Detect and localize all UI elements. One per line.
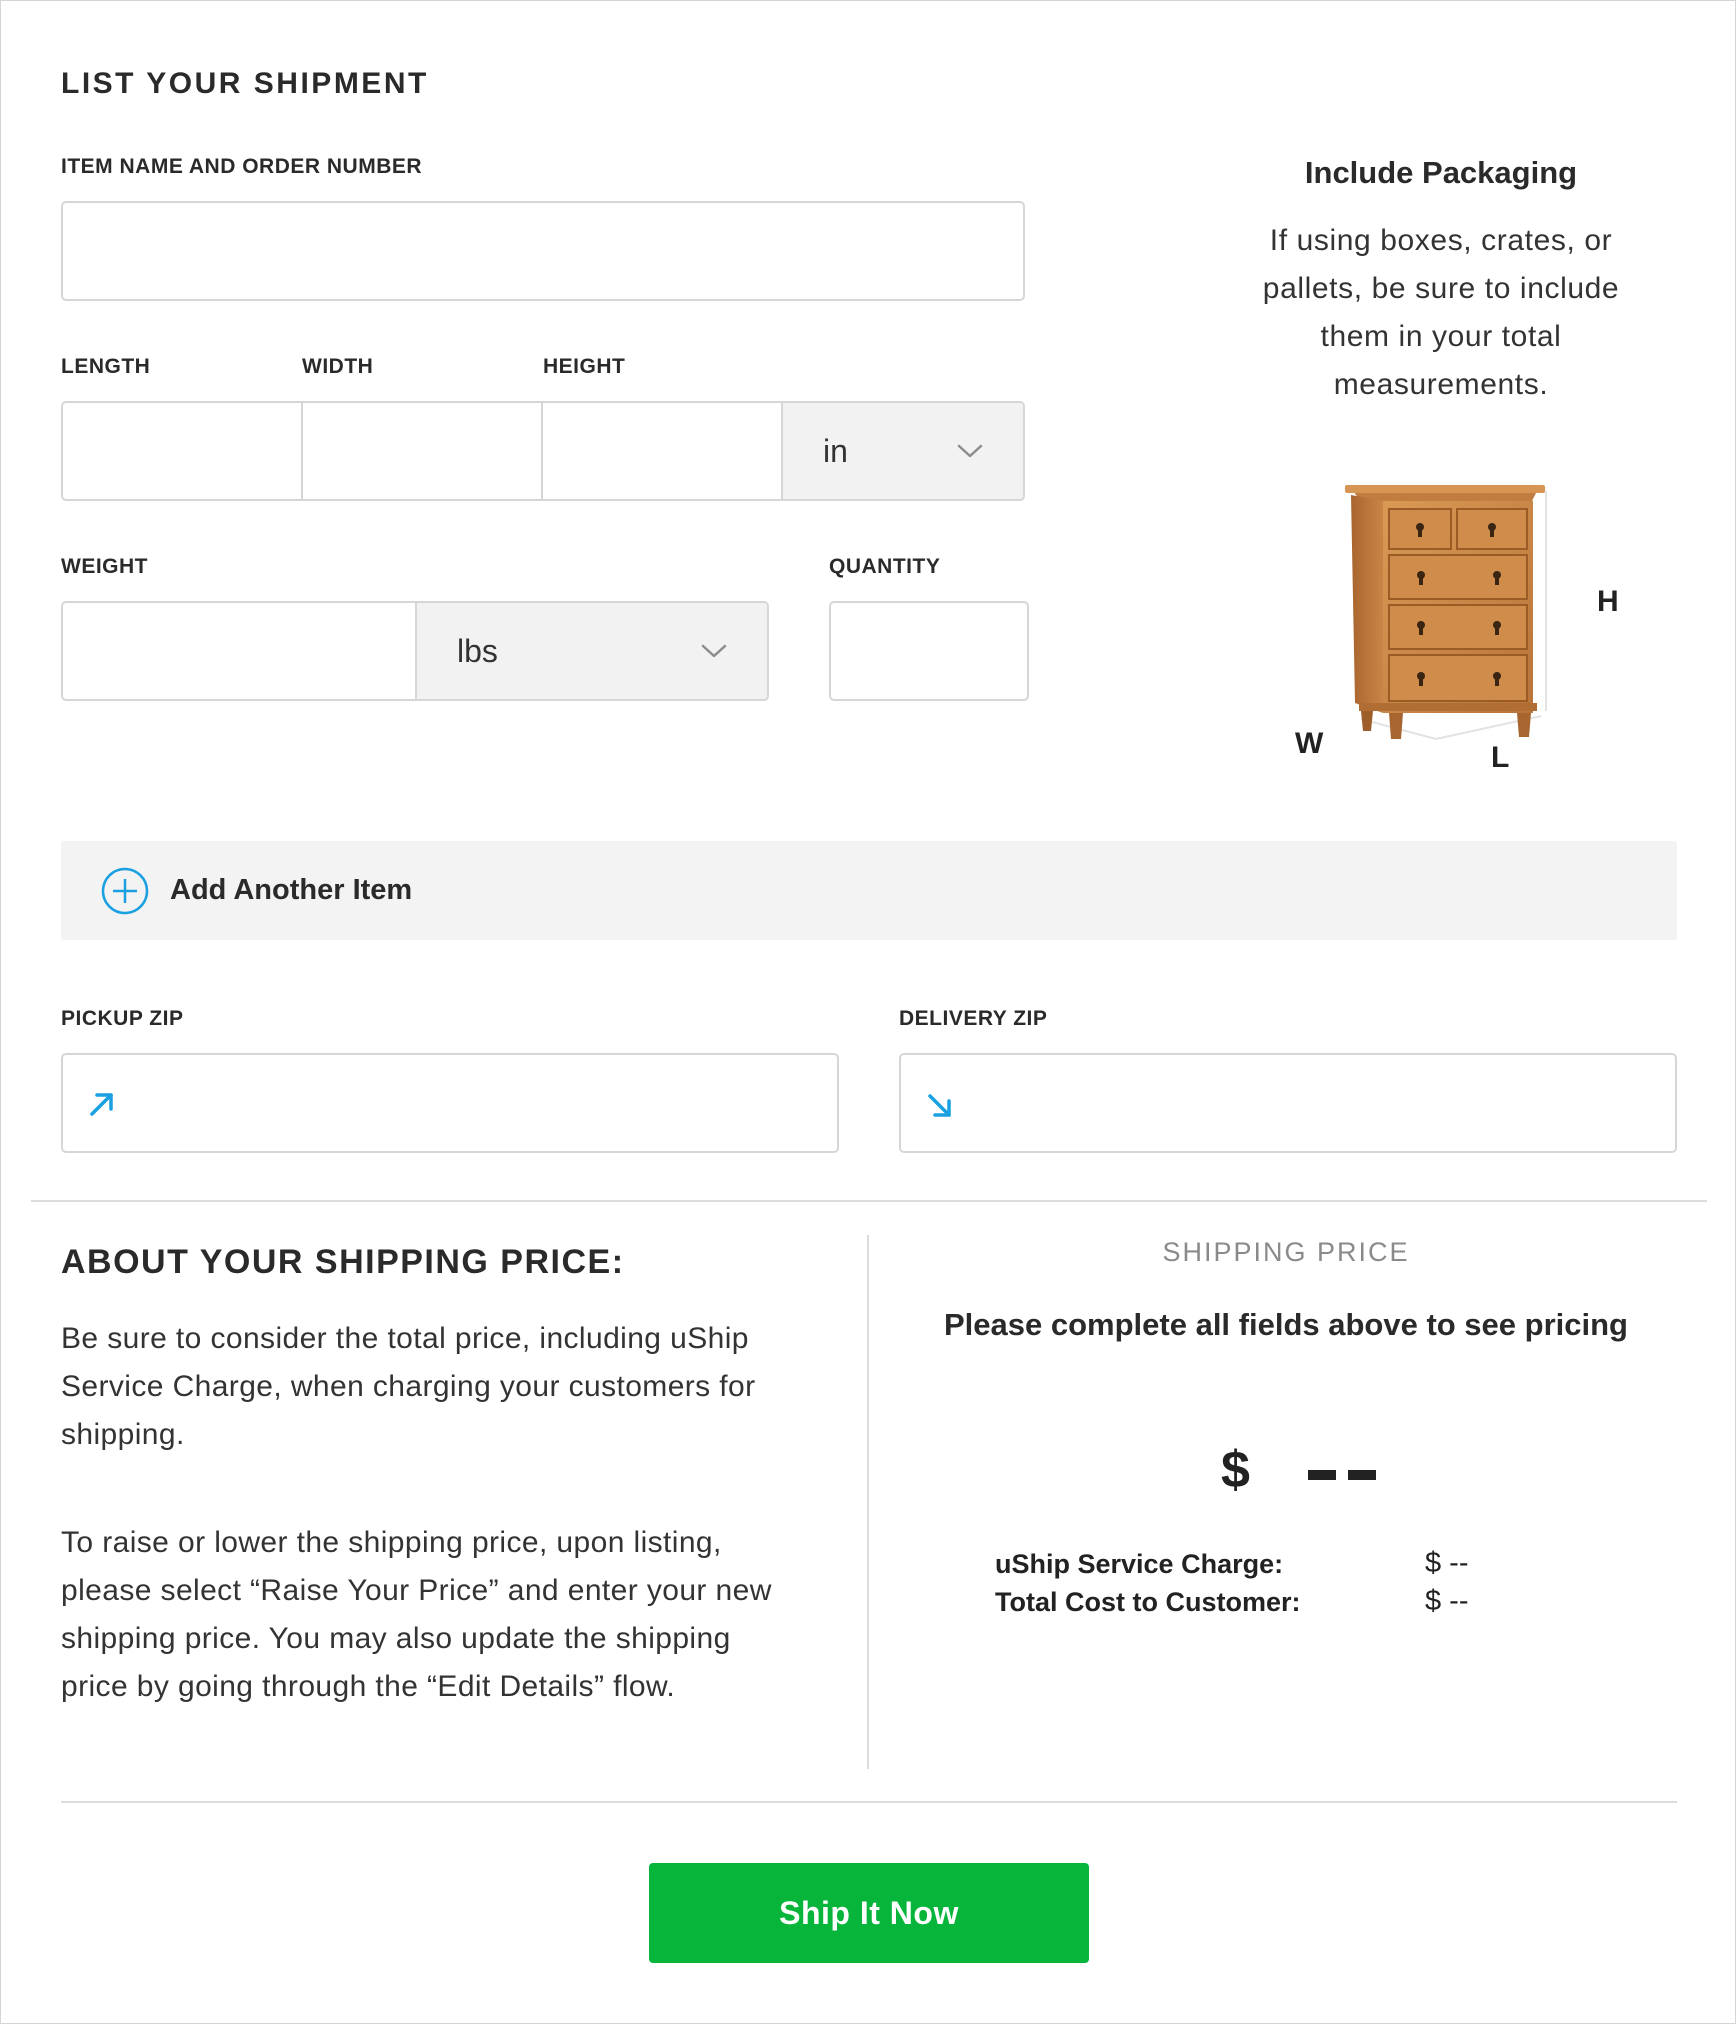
dimension-unit-value: in — [823, 432, 848, 469]
weight-label: WEIGHT — [61, 555, 148, 578]
length-field[interactable] — [63, 403, 303, 499]
width-dimension-label: W — [1295, 727, 1324, 760]
packaging-text-line: If using boxes, crates, or — [1269, 224, 1613, 257]
column-divider — [867, 1235, 869, 1769]
page-title: LIST YOUR SHIPMENT — [61, 67, 429, 100]
length-dimension-label: L — [1491, 741, 1510, 774]
service-charge-label: uShip Service Charge: — [995, 1549, 1284, 1579]
add-another-item-button[interactable]: Add Another Item — [61, 841, 1677, 940]
about-line: please select “Raise Your Price” and ent… — [61, 1574, 772, 1607]
about-line: To raise or lower the shipping price, up… — [61, 1526, 722, 1559]
item-name-input[interactable] — [63, 203, 1023, 299]
item-name-label: ITEM NAME AND ORDER NUMBER — [61, 155, 423, 178]
about-line: shipping price. You may also update the … — [61, 1622, 731, 1655]
chevron-down-icon — [701, 644, 727, 658]
quantity-input[interactable] — [831, 603, 1027, 699]
width-field[interactable] — [303, 403, 543, 499]
quantity-label: QUANTITY — [829, 555, 941, 578]
price-currency-symbol: $ — [1221, 1441, 1250, 1499]
about-line: price by going through the “Edit Details… — [61, 1670, 676, 1703]
dimensions-group: in — [61, 401, 1025, 501]
arrow-down-right-icon — [928, 1094, 951, 1117]
packaging-text: If using boxes, crates, or pallets, be s… — [1161, 217, 1721, 409]
quantity-field[interactable] — [829, 601, 1029, 701]
packaging-text-line: them in your total — [1320, 320, 1562, 353]
add-another-item-label: Add Another Item — [170, 874, 413, 906]
about-line: shipping. — [61, 1418, 185, 1451]
packaging-text-line: pallets, be sure to include — [1262, 272, 1620, 305]
height-input[interactable] — [543, 403, 781, 499]
about-title: ABOUT YOUR SHIPPING PRICE: — [61, 1243, 625, 1281]
about-line: Service Charge, when charging your custo… — [61, 1370, 756, 1403]
weight-group: lbs — [61, 601, 769, 701]
length-label: LENGTH — [61, 355, 151, 378]
delivery-zip-label: DELIVERY ZIP — [899, 1007, 1048, 1030]
length-input[interactable] — [63, 403, 301, 499]
about-paragraph-2: To raise or lower the shipping price, up… — [61, 1519, 851, 1711]
chevron-down-icon — [957, 444, 983, 458]
height-label: HEIGHT — [543, 355, 626, 378]
width-label: WIDTH — [302, 355, 374, 378]
service-charge-value: $ -- — [1425, 1547, 1469, 1579]
arrow-up-right-icon — [90, 1093, 113, 1116]
about-line: Be sure to consider the total price, inc… — [61, 1322, 749, 1355]
width-input[interactable] — [303, 403, 541, 499]
shipment-form-card: LIST YOUR SHIPMENT ITEM NAME AND ORDER N… — [0, 0, 1736, 2024]
price-placeholder-dash — [1307, 1470, 1336, 1480]
footer-divider — [61, 1801, 1677, 1803]
packaging-title: Include Packaging — [1304, 155, 1578, 190]
delivery-zip-input[interactable] — [901, 1055, 1675, 1151]
ship-it-now-button[interactable]: Ship It Now — [649, 1863, 1089, 1963]
pickup-zip-input[interactable] — [63, 1055, 837, 1151]
height-dimension-label: H — [1597, 585, 1619, 618]
delivery-zip-field[interactable] — [899, 1053, 1677, 1153]
total-cost-value: $ -- — [1425, 1585, 1469, 1617]
pricing-message: Please complete all fields above to see … — [944, 1307, 1628, 1342]
shipping-price-amount: $ — [1221, 1435, 1376, 1505]
about-paragraph-1: Be sure to consider the total price, inc… — [61, 1315, 851, 1459]
packaging-text-line: measurements. — [1333, 368, 1549, 401]
section-divider — [31, 1200, 1707, 1202]
dimension-unit-select[interactable]: in — [783, 403, 1023, 499]
pickup-zip-field[interactable] — [61, 1053, 839, 1153]
weight-input[interactable] — [63, 603, 415, 699]
height-field[interactable] — [543, 403, 783, 499]
shipping-price-label: SHIPPING PRICE — [1162, 1237, 1410, 1267]
weight-field[interactable] — [63, 603, 417, 699]
item-name-field[interactable] — [61, 201, 1025, 301]
weight-unit-select[interactable]: lbs — [417, 603, 767, 699]
weight-unit-value: lbs — [457, 632, 498, 669]
dresser-illustration — [1345, 485, 1547, 740]
pickup-zip-label: PICKUP ZIP — [61, 1007, 184, 1030]
plus-circle-icon — [101, 867, 149, 914]
price-placeholder-dash — [1347, 1470, 1376, 1480]
total-cost-label: Total Cost to Customer: — [995, 1587, 1301, 1617]
